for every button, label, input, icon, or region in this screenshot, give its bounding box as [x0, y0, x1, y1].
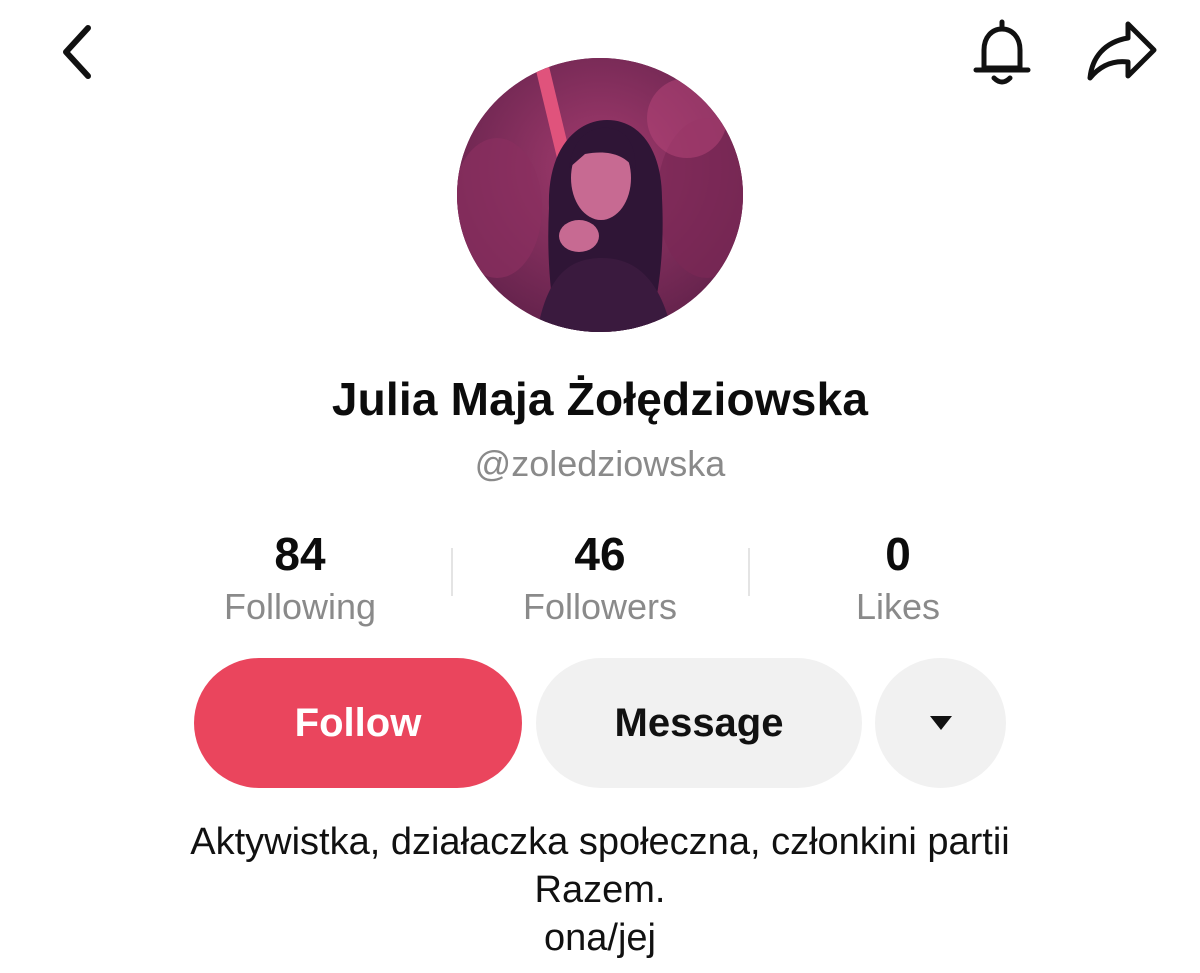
profile-bio: Aktywistka, działaczka społeczna, członk…	[0, 818, 1200, 962]
followers-stat[interactable]: 46 Followers	[480, 528, 720, 630]
username-handle: @zoledziowska	[474, 443, 726, 484]
likes-count: 0	[885, 528, 911, 580]
followers-label: Followers	[522, 586, 678, 627]
followers-count: 46	[574, 528, 626, 580]
message-button[interactable]: Message	[536, 658, 862, 788]
stat-divider	[748, 548, 750, 596]
bio-pronouns: ona/jej	[544, 917, 656, 959]
profile-avatar	[457, 58, 743, 332]
profile-photo	[457, 58, 743, 332]
likes-stat[interactable]: 0 Likes	[778, 528, 1018, 630]
share-arrow-icon	[1087, 21, 1157, 81]
stat-divider	[451, 548, 453, 596]
more-options-button[interactable]	[875, 658, 1006, 788]
following-count: 84	[274, 528, 326, 580]
notification-bell-button[interactable]	[966, 16, 1038, 88]
chevron-left-icon	[63, 25, 91, 79]
following-stat[interactable]: 84 Following	[180, 528, 420, 630]
following-label: Following	[223, 586, 377, 627]
bell-icon	[973, 19, 1031, 85]
back-button[interactable]	[52, 18, 104, 86]
caret-down-icon	[929, 716, 952, 730]
display-name: Julia Maja Żołędziowska	[331, 373, 869, 425]
likes-label: Likes	[855, 586, 941, 627]
bio-line: Aktywistka, działaczka społeczna, członk…	[190, 821, 1010, 863]
bio-line: Razem.	[534, 869, 666, 911]
follow-button[interactable]: Follow	[194, 658, 522, 788]
share-button[interactable]	[1082, 16, 1162, 88]
